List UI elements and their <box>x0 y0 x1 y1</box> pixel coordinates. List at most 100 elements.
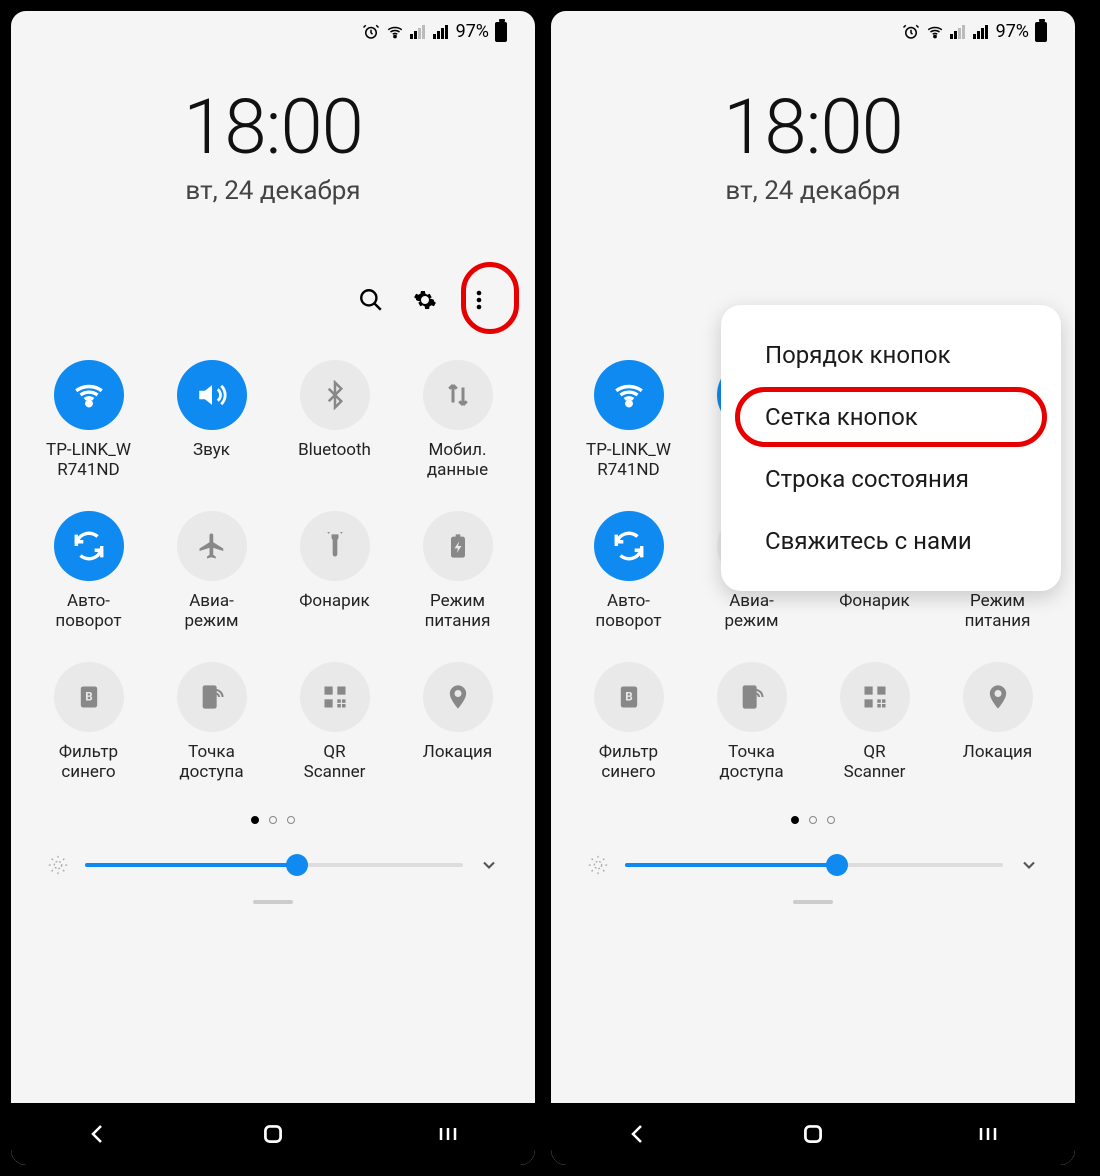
tile-flashlight[interactable]: Фонарик <box>280 511 390 632</box>
status-bar: 97% <box>11 11 535 46</box>
tile-label: Фонарик <box>820 591 930 611</box>
tile-label: Фильтр синего <box>574 742 684 783</box>
battery-percent: 97% <box>996 21 1029 42</box>
popup-item-status-bar[interactable]: Строка состояния <box>735 449 1047 509</box>
date: вт, 24 декабря <box>551 176 1075 206</box>
brightness-expand-button[interactable] <box>1019 855 1039 875</box>
more-menu-popup: Порядок кнопок Сетка кнопок Строка состо… <box>721 305 1061 591</box>
brightness-track[interactable] <box>85 863 463 867</box>
svg-text:B: B <box>625 689 632 703</box>
tile-sound[interactable]: Звук <box>157 360 267 481</box>
tile-label: Фильтр синего <box>34 742 144 783</box>
brightness-icon <box>587 854 609 876</box>
page-dot-3 <box>827 816 835 824</box>
time-block: 18:00 вт, 24 декабря <box>551 82 1075 206</box>
status-bar: 97% <box>551 11 1075 46</box>
tile-label: Режим питания <box>403 591 513 632</box>
nav-back-button[interactable] <box>83 1119 113 1149</box>
tile-label: Звук <box>157 440 267 460</box>
navigation-bar <box>551 1103 1075 1165</box>
nav-recent-button[interactable] <box>433 1119 463 1149</box>
page-dot-2 <box>809 816 817 824</box>
tile-label: TP-LINK_W R741ND <box>574 440 684 481</box>
tile-location[interactable]: Локация <box>943 662 1053 783</box>
time-block: 18:00 вт, 24 декабря <box>11 82 535 206</box>
tile-bluetooth[interactable]: Bluetooth <box>280 360 390 481</box>
brightness-expand-button[interactable] <box>479 855 499 875</box>
tile-qr[interactable]: QR Scanner <box>820 662 930 783</box>
wifi-icon <box>386 23 404 41</box>
svg-text:B: B <box>85 689 92 703</box>
tile-label: QR Scanner <box>820 742 930 783</box>
signal-1-icon <box>950 25 965 39</box>
tile-location[interactable]: Локация <box>403 662 513 783</box>
tile-label: Авто- поворот <box>34 591 144 632</box>
signal-2-icon <box>433 25 448 39</box>
tile-label: Авто- поворот <box>574 591 684 632</box>
tile-hotspot[interactable]: Точка доступа <box>157 662 267 783</box>
wifi-icon <box>926 23 944 41</box>
brightness-thumb[interactable] <box>826 854 848 876</box>
settings-button[interactable] <box>409 284 441 316</box>
tile-label: Точка доступа <box>697 742 807 783</box>
brightness-thumb[interactable] <box>286 854 308 876</box>
nav-recent-button[interactable] <box>973 1119 1003 1149</box>
date: вт, 24 декабря <box>11 176 535 206</box>
brightness-track[interactable] <box>625 863 1003 867</box>
tile-label: Bluetooth <box>280 440 390 460</box>
tile-wifi[interactable]: TP-LINK_W R741ND <box>574 360 684 481</box>
more-highlight-annotation <box>461 262 519 334</box>
tile-label: Режим питания <box>943 591 1053 632</box>
tile-mobile-data[interactable]: Мобил. данные <box>403 360 513 481</box>
phone-screenshot-right: 97% 18:00 вт, 24 декабря TP-LINK_W R741N… <box>548 8 1078 1168</box>
popup-item-button-order[interactable]: Порядок кнопок <box>735 325 1047 385</box>
tile-label: Фонарик <box>280 591 390 611</box>
popup-item-button-grid[interactable]: Сетка кнопок <box>735 387 1047 447</box>
tile-qr[interactable]: QR Scanner <box>280 662 390 783</box>
action-row <box>11 276 535 324</box>
tile-label: QR Scanner <box>280 742 390 783</box>
navigation-bar <box>11 1103 535 1165</box>
battery-percent: 97% <box>456 21 489 42</box>
brightness-icon <box>47 854 69 876</box>
popup-item-contact-us[interactable]: Свяжитесь с нами <box>735 511 1047 571</box>
battery-icon <box>1035 22 1047 42</box>
page-indicator[interactable] <box>11 816 535 824</box>
tile-label: Локация <box>943 742 1053 762</box>
clock: 18:00 <box>551 82 1075 172</box>
tile-label: TP-LINK_W R741ND <box>34 440 144 481</box>
tile-hotspot[interactable]: Точка доступа <box>697 662 807 783</box>
tile-bluefilter[interactable]: B Фильтр синего <box>574 662 684 783</box>
brightness-slider[interactable] <box>11 854 535 876</box>
battery-icon <box>495 22 507 42</box>
tile-autorotate[interactable]: Авто- поворот <box>574 511 684 632</box>
page-dot-3 <box>287 816 295 824</box>
tile-airplane[interactable]: Авиа- режим <box>157 511 267 632</box>
search-button[interactable] <box>355 284 387 316</box>
tile-autorotate[interactable]: Авто- поворот <box>34 511 144 632</box>
page-dot-2 <box>269 816 277 824</box>
tile-label: Авиа- режим <box>697 591 807 632</box>
signal-2-icon <box>973 25 988 39</box>
panel-drag-handle[interactable] <box>793 900 833 904</box>
nav-home-button[interactable] <box>798 1119 828 1149</box>
nav-back-button[interactable] <box>623 1119 653 1149</box>
page-indicator[interactable] <box>551 816 1075 824</box>
brightness-slider[interactable] <box>551 854 1075 876</box>
clock: 18:00 <box>11 82 535 172</box>
tile-label: Локация <box>403 742 513 762</box>
page-dot-1 <box>251 816 259 824</box>
alarm-icon <box>362 23 380 41</box>
tile-bluefilter[interactable]: B Фильтр синего <box>34 662 144 783</box>
tile-label: Мобил. данные <box>403 440 513 481</box>
page-dot-1 <box>791 816 799 824</box>
alarm-icon <box>902 23 920 41</box>
tile-wifi[interactable]: TP-LINK_W R741ND <box>34 360 144 481</box>
nav-home-button[interactable] <box>258 1119 288 1149</box>
phone-screenshot-left: 97% 18:00 вт, 24 декабря TP-LINK_W R741N… <box>8 8 538 1168</box>
signal-1-icon <box>410 25 425 39</box>
tile-label: Авиа- режим <box>157 591 267 632</box>
tile-label: Точка доступа <box>157 742 267 783</box>
tile-power[interactable]: Режим питания <box>403 511 513 632</box>
panel-drag-handle[interactable] <box>253 900 293 904</box>
